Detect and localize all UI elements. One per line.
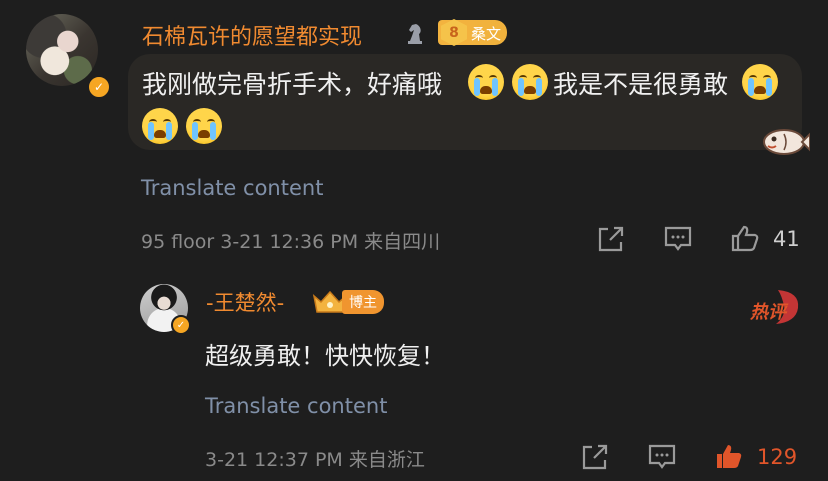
crying-emoji-icon (742, 64, 778, 100)
like-count: 129 (757, 445, 798, 469)
crying-emoji-icon (142, 108, 178, 144)
comment-icon[interactable] (647, 443, 677, 471)
like-icon[interactable] (730, 224, 760, 252)
reply-text: 超级勇敢！快快恢复！ (205, 342, 445, 370)
verified-badge-icon: ✓ (171, 315, 191, 335)
blogger-badge: 博主 (342, 290, 384, 314)
comment-icon[interactable] (663, 225, 693, 253)
like-count: 41 (773, 227, 800, 251)
reply-meta: 3-21 12:37 PM 来自浙江 (205, 449, 425, 471)
chess-knight-icon (408, 24, 422, 44)
comment-text-part1: 我刚做完骨折手术，好痛哦 (142, 70, 443, 99)
comment-username[interactable]: 石棉瓦许的愿望都实现 (142, 19, 362, 51)
verified-badge-icon: ✓ (87, 75, 111, 99)
reply-username[interactable]: -王楚然- (206, 287, 284, 317)
share-icon[interactable] (596, 225, 626, 253)
liked-icon[interactable] (714, 442, 744, 470)
translate-content-link[interactable]: Translate content (141, 176, 323, 200)
user-avatar[interactable] (26, 14, 98, 86)
comment-meta: 95 floor 3-21 12:36 PM 来自四川 (141, 231, 441, 253)
hot-comment-badge-icon: 热评 (749, 290, 799, 324)
fish-sticker-icon (763, 129, 810, 155)
fan-level-name: 桑文 (471, 25, 502, 43)
crying-emoji-icon (512, 64, 548, 100)
crying-emoji-icon (468, 64, 504, 100)
share-icon[interactable] (580, 443, 610, 471)
translate-content-link[interactable]: Translate content (205, 394, 387, 418)
crying-emoji-icon (186, 108, 222, 144)
comment-text-part2: 我是不是很勇敢 (553, 70, 729, 99)
hot-label: 热评 (749, 302, 789, 323)
